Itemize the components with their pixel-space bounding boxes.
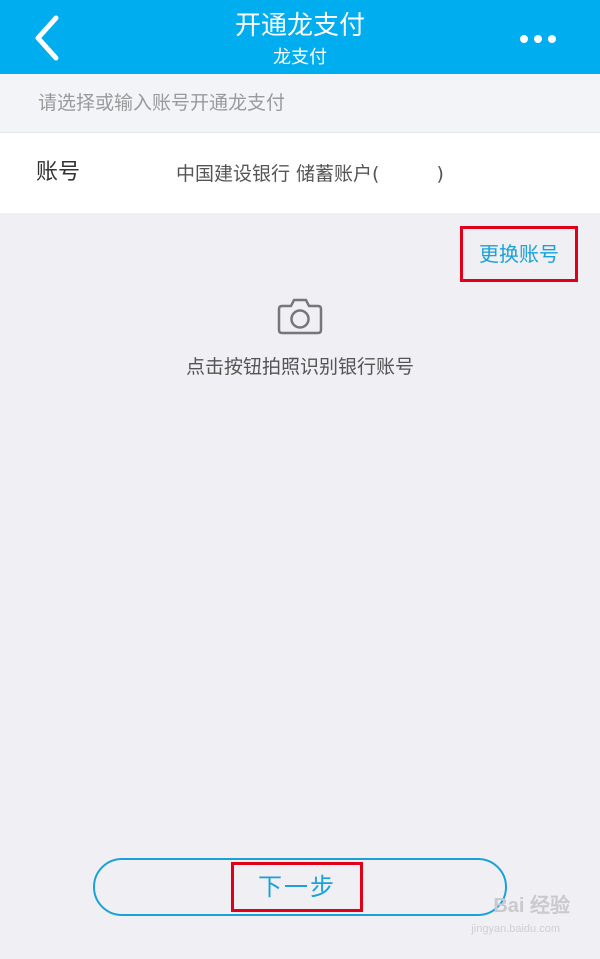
more-dots-icon bbox=[520, 35, 556, 43]
hint-bar: 请选择或输入账号开通龙支付 bbox=[0, 74, 600, 133]
account-label: 账号 bbox=[36, 160, 81, 185]
account-row[interactable]: 账号 中国建设银行 储蓄账户( ) bbox=[0, 133, 600, 213]
hint-text: 请选择或输入账号开通龙支付 bbox=[38, 92, 286, 114]
change-account-button[interactable]: 更换账号 bbox=[460, 226, 578, 282]
app-header: 开通龙支付 龙支付 bbox=[0, 0, 600, 74]
account-value: 中国建设银行 储蓄账户( ) bbox=[176, 163, 444, 185]
more-button[interactable] bbox=[516, 26, 560, 52]
watermark-logo: Bai 经验 bbox=[493, 895, 570, 917]
camera-icon bbox=[277, 298, 323, 335]
next-step-label[interactable]: 下一步 bbox=[231, 862, 363, 912]
page-title: 开通龙支付 bbox=[234, 11, 365, 41]
camera-button[interactable] bbox=[276, 296, 324, 336]
camera-tip-text: 点击按钮拍照识别银行账号 bbox=[185, 356, 414, 378]
page-subtitle: 龙支付 bbox=[273, 47, 327, 68]
watermark-url: jingyan.baidu.com bbox=[471, 923, 560, 935]
